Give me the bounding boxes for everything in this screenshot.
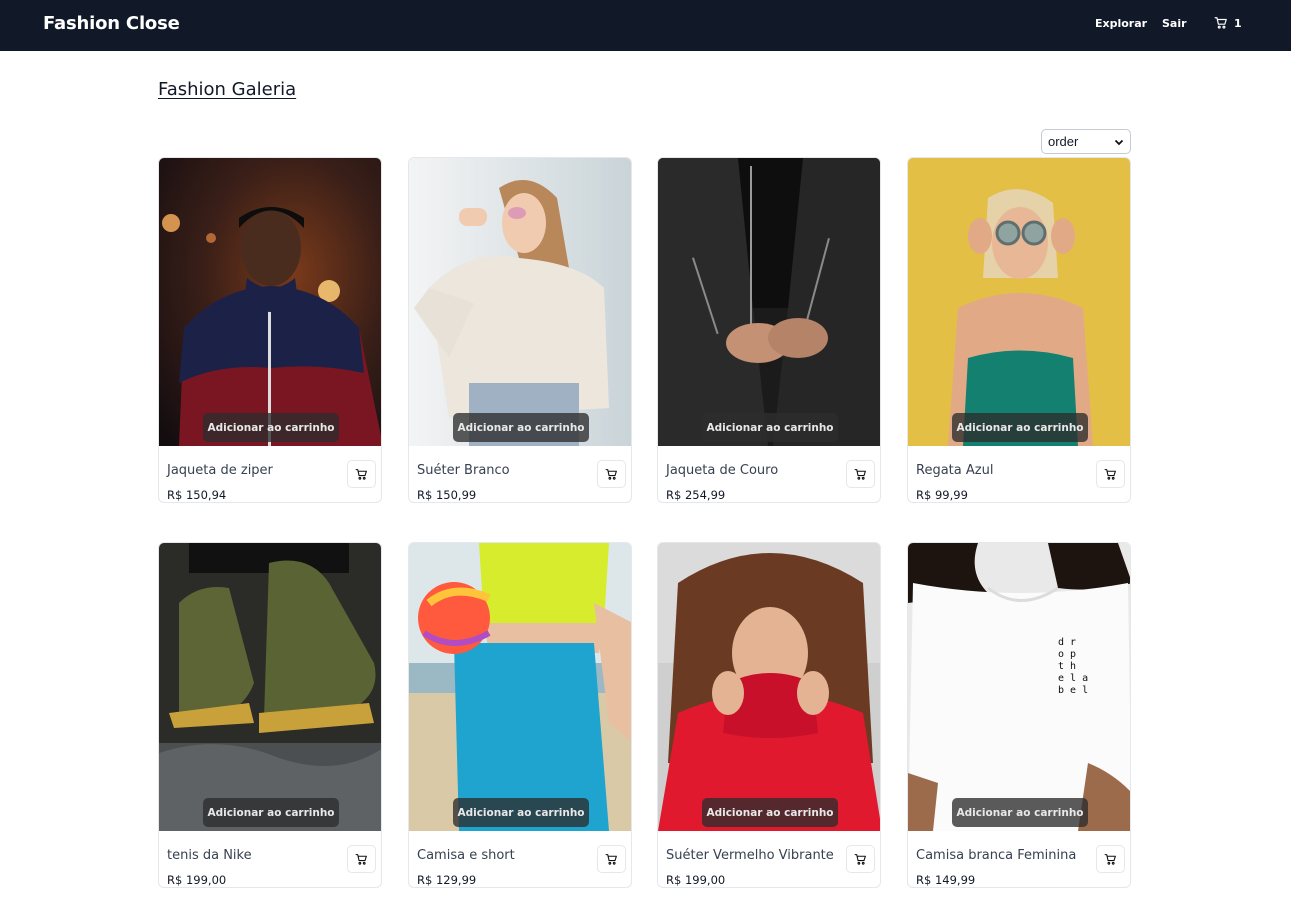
cart-icon — [605, 468, 617, 480]
cart-count-badge: 1 — [1234, 16, 1242, 30]
product-card: Adicionar ao carrinho Regata Azul R$ 99,… — [907, 157, 1131, 503]
add-to-cart-overlay-button[interactable]: Adicionar ao carrinho — [952, 798, 1088, 827]
add-to-cart-overlay-button[interactable]: Adicionar ao carrinho — [702, 413, 838, 442]
cart-icon — [1214, 17, 1227, 29]
product-card: d r o p t h e l a b e l Adicionar ao car… — [907, 542, 1131, 888]
add-to-cart-overlay-button[interactable]: Adicionar ao carrinho — [453, 413, 589, 442]
add-to-cart-button[interactable] — [1096, 460, 1125, 488]
cart-icon — [355, 853, 367, 865]
product-name: Camisa branca Feminina — [916, 848, 1077, 863]
add-to-cart-overlay-button[interactable]: Adicionar ao carrinho — [952, 413, 1088, 442]
cart-icon — [1104, 853, 1116, 865]
top-navbar: Fashion Close Explorar Sair 1 — [0, 0, 1291, 51]
product-name: Jaqueta de ziper — [167, 463, 273, 478]
add-to-cart-button[interactable] — [347, 845, 376, 873]
product-name: Suéter Vermelho Vibrante — [666, 848, 834, 863]
product-image[interactable]: Adicionar ao carrinho — [159, 543, 381, 831]
product-card: Adicionar ao carrinho tenis da Nike R$ 1… — [158, 542, 382, 888]
svg-text:t h: t h — [1058, 661, 1076, 672]
product-image[interactable]: Adicionar ao carrinho — [908, 158, 1130, 446]
product-name: Suéter Branco — [417, 463, 510, 478]
brand-logo[interactable]: Fashion Close — [43, 13, 180, 34]
add-to-cart-overlay-button[interactable]: Adicionar ao carrinho — [203, 798, 339, 827]
product-price: R$ 149,99 — [916, 873, 976, 887]
product-price: R$ 199,00 — [666, 873, 726, 887]
product-card: Adicionar ao carrinho Jaqueta de ziper R… — [158, 157, 382, 503]
add-to-cart-button[interactable] — [597, 460, 626, 488]
add-to-cart-overlay-button[interactable]: Adicionar ao carrinho — [453, 798, 589, 827]
cart-icon — [854, 468, 866, 480]
product-card: Adicionar ao carrinho Jaqueta de Couro R… — [657, 157, 881, 503]
svg-text:b e l: b e l — [1058, 685, 1088, 696]
page-title: Fashion Galeria — [158, 79, 297, 100]
product-name: Jaqueta de Couro — [666, 463, 779, 478]
nav-link-logout[interactable]: Sair — [1162, 17, 1187, 30]
chevron-down-icon — [1114, 139, 1124, 145]
add-to-cart-button[interactable] — [846, 845, 875, 873]
cart-icon — [605, 853, 617, 865]
svg-text:e l a: e l a — [1058, 673, 1088, 684]
product-price: R$ 99,99 — [916, 488, 968, 502]
add-to-cart-overlay-button[interactable]: Adicionar ao carrinho — [702, 798, 838, 827]
cart-icon — [355, 468, 367, 480]
product-price: R$ 254,99 — [666, 488, 726, 502]
nav-cart-button[interactable]: 1 — [1214, 16, 1242, 30]
product-image[interactable]: d r o p t h e l a b e l Adicionar ao car… — [908, 543, 1130, 831]
product-image[interactable]: Adicionar ao carrinho — [409, 543, 631, 831]
product-image[interactable]: Adicionar ao carrinho — [658, 543, 880, 831]
add-to-cart-overlay-button[interactable]: Adicionar ao carrinho — [203, 413, 339, 442]
product-card: Adicionar ao carrinho Camisa e short R$ … — [408, 542, 632, 888]
product-image[interactable]: Adicionar ao carrinho — [159, 158, 381, 446]
product-card: Adicionar ao carrinho Suéter Vermelho Vi… — [657, 542, 881, 888]
add-to-cart-button[interactable] — [347, 460, 376, 488]
nav-link-explore[interactable]: Explorar — [1095, 17, 1147, 30]
product-price: R$ 150,94 — [167, 488, 227, 502]
product-name: Camisa e short — [417, 848, 515, 863]
product-name: Regata Azul — [916, 463, 994, 478]
product-card: Adicionar ao carrinho Suéter Branco R$ 1… — [408, 157, 632, 503]
product-name: tenis da Nike — [167, 848, 252, 863]
cart-icon — [854, 853, 866, 865]
add-to-cart-button[interactable] — [597, 845, 626, 873]
product-price: R$ 199,00 — [167, 873, 227, 887]
order-select-value: order — [1048, 134, 1079, 149]
product-price: R$ 129,99 — [417, 873, 477, 887]
product-image[interactable]: Adicionar ao carrinho — [409, 158, 631, 446]
cart-icon — [1104, 468, 1116, 480]
order-select[interactable]: order — [1041, 129, 1131, 154]
add-to-cart-button[interactable] — [846, 460, 875, 488]
tshirt-print-text: d r — [1058, 637, 1076, 648]
add-to-cart-button[interactable] — [1096, 845, 1125, 873]
product-image[interactable]: Adicionar ao carrinho — [658, 158, 880, 446]
svg-text:o p: o p — [1058, 649, 1076, 660]
product-price: R$ 150,99 — [417, 488, 477, 502]
